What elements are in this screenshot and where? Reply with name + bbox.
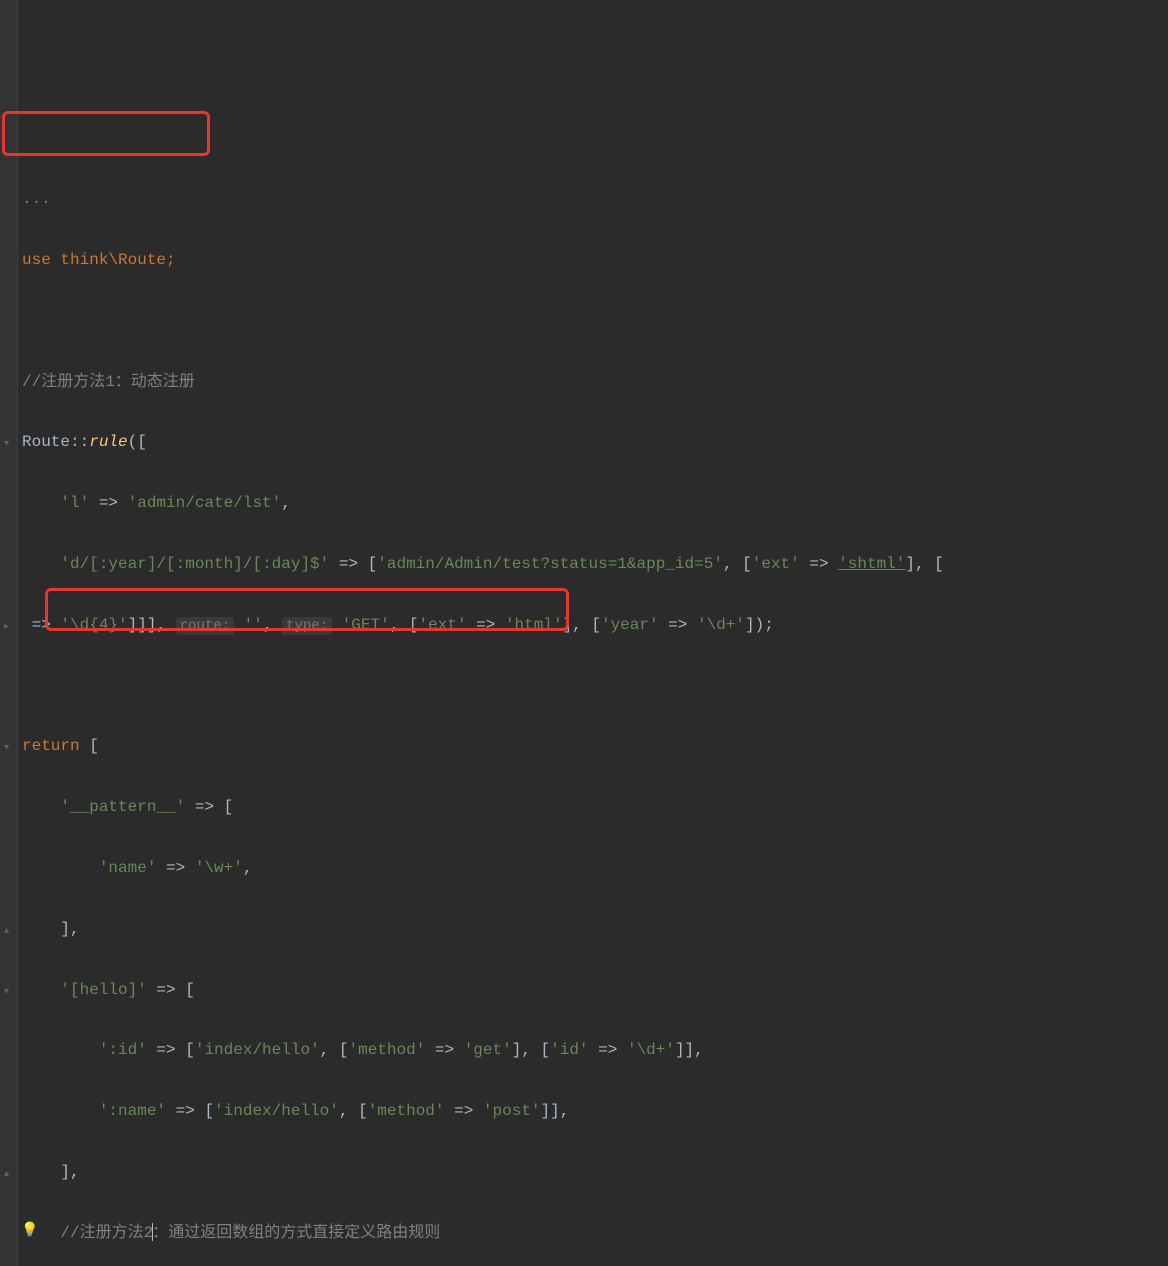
dots: ... [22, 190, 51, 208]
fold-icon[interactable]: ▾ [4, 739, 16, 751]
code-line[interactable]: ▾ '[hello]' => [ [22, 975, 1168, 1005]
fold-icon[interactable]: ▸ [4, 618, 16, 630]
comment: //注册方法1：动态注册 [22, 373, 195, 391]
code-line[interactable]: ▾return [ [22, 731, 1168, 761]
code-line[interactable]: //注册方法1：动态注册 [22, 367, 1168, 397]
fold-icon[interactable]: ▾ [4, 983, 16, 995]
code-line[interactable]: ':name' => ['index/hello', ['method' => … [22, 1096, 1168, 1126]
code-line[interactable] [22, 671, 1168, 701]
class-ref: Route [22, 433, 70, 451]
code-line[interactable] [22, 306, 1168, 336]
code-line[interactable]: ... [22, 184, 1168, 214]
code-line[interactable]: use think\Route; [22, 245, 1168, 275]
fold-icon[interactable]: ▾ [4, 435, 16, 447]
fold-icon[interactable]: ▴ [4, 1165, 16, 1177]
comment: //注册方法2 [60, 1224, 153, 1242]
code-editor[interactable]: ... use think\Route; //注册方法1：动态注册 ▾Route… [0, 0, 1168, 1266]
code-area[interactable]: ... use think\Route; //注册方法1：动态注册 ▾Route… [0, 152, 1168, 1266]
fold-icon[interactable]: ▴ [4, 922, 16, 934]
code-line[interactable]: ':id' => ['index/hello', ['method' => 'g… [22, 1035, 1168, 1065]
code-line[interactable]: 'name' => '\w+', [22, 853, 1168, 883]
code-line[interactable]: ▸ => '\d{4}']]], route: '', type: 'GET',… [22, 610, 1168, 640]
param-hint: route: [176, 617, 234, 635]
code-line[interactable]: 'd/[:year]/[:month]/[:day]$' => ['admin/… [22, 549, 1168, 579]
code-line[interactable]: '__pattern__' => [ [22, 792, 1168, 822]
code-line[interactable]: ▴ ], [22, 914, 1168, 944]
code-line[interactable]: ▾Route::rule([ [22, 427, 1168, 457]
code-line[interactable]: ▴ ], [22, 1157, 1168, 1187]
code-line[interactable]: 'l' => 'admin/cate/lst', [22, 488, 1168, 518]
param-hint: type: [282, 617, 332, 635]
code-line[interactable]: 💡 //注册方法2：通过返回数组的方式直接定义路由规则 [22, 1218, 1168, 1248]
highlight-box-1 [2, 111, 210, 156]
keyword-use: use think\Route; [22, 251, 176, 269]
keyword-return: return [22, 737, 80, 755]
lightbulb-icon[interactable]: 💡 [21, 1218, 38, 1245]
method-call: rule [89, 433, 127, 451]
